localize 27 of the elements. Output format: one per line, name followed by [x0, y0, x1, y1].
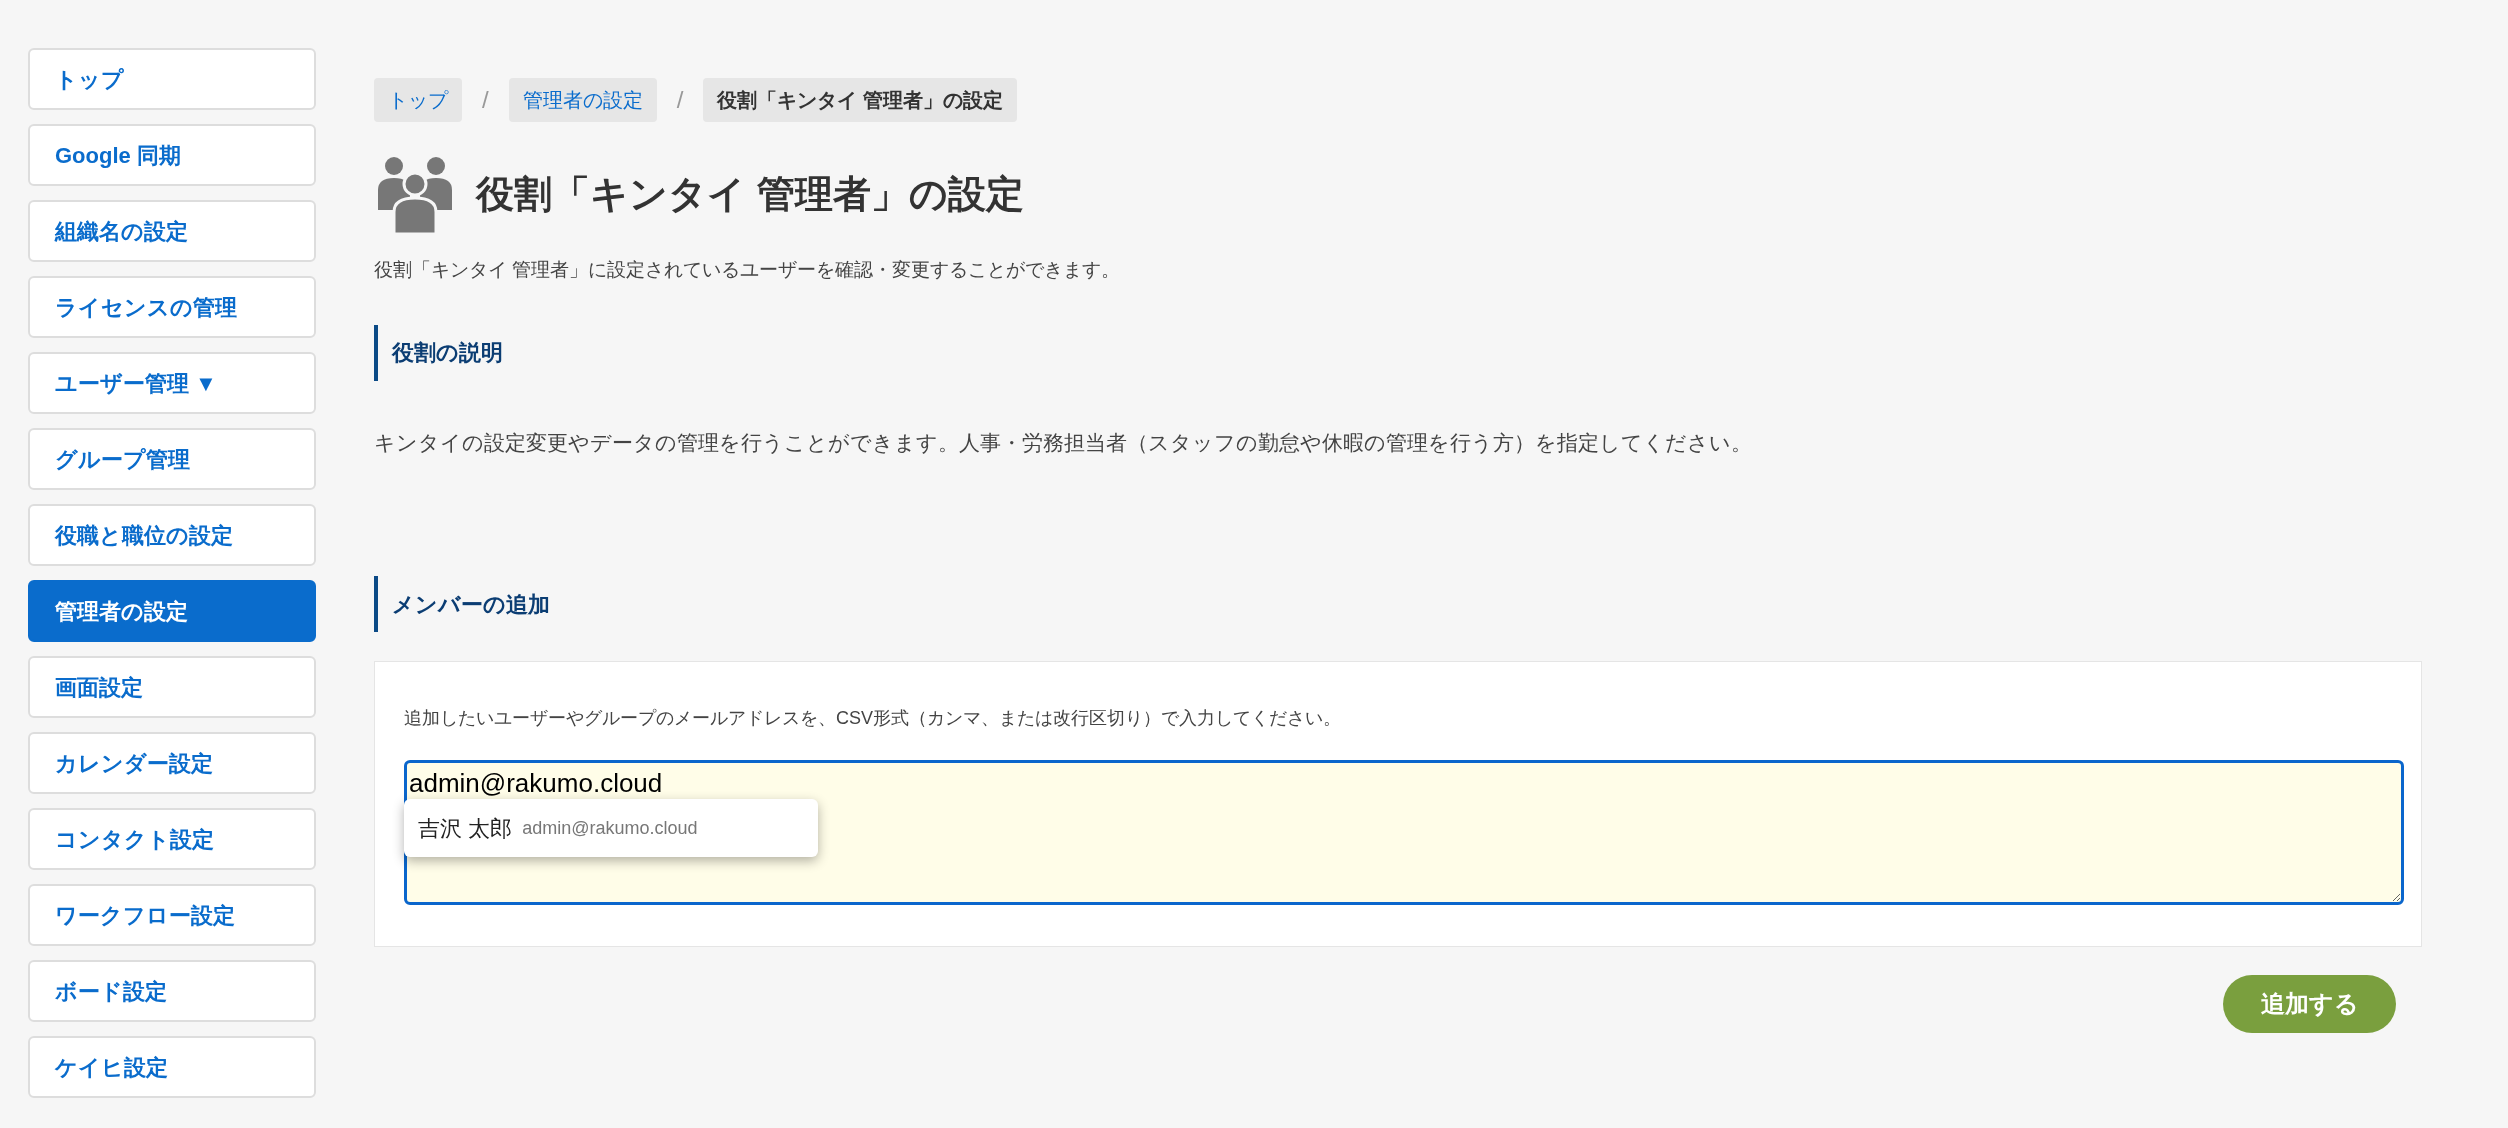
- sidebar-item[interactable]: コンタクト設定: [28, 808, 316, 870]
- page-title: 役割「キンタイ 管理者」の設定: [476, 171, 1024, 217]
- sidebar-item[interactable]: 組織名の設定: [28, 200, 316, 262]
- sidebar-item[interactable]: ワークフロー設定: [28, 884, 316, 946]
- add-button[interactable]: 追加する: [2223, 975, 2396, 1033]
- breadcrumb-separator: /: [481, 85, 490, 115]
- role-description: キンタイの設定変更やデータの管理を行うことができます。人事・労務担当者（スタッフの勤怠や休暇の管理を行う方）を指定してください。: [374, 429, 1753, 456]
- sidebar-item[interactable]: トップ: [28, 48, 316, 110]
- breadcrumb-separator: /: [675, 85, 685, 115]
- page-description: 役割「キンタイ 管理者」に設定されているユーザーを確認・変更することができます。: [374, 258, 1122, 282]
- instruction-text: 追加したいユーザーやグループのメールアドレスを、CSV形式（カンマ、または改行区切り）で入力してください。: [404, 707, 1342, 730]
- sidebar-item[interactable]: 管理者の設定: [28, 580, 316, 642]
- section-heading: 役割の説明: [392, 339, 503, 367]
- sidebar-item[interactable]: ケイヒ設定: [28, 1036, 316, 1098]
- sidebar-item[interactable]: 画面設定: [28, 656, 316, 718]
- sidebar-item[interactable]: ボード設定: [28, 960, 316, 1022]
- sidebar-item[interactable]: カレンダー設定: [28, 732, 316, 794]
- suggestion-item[interactable]: 吉沢 太郎 admin@rakumo.cloud: [404, 799, 818, 857]
- breadcrumb-current: 役割「キンタイ 管理者」の設定: [703, 78, 1017, 122]
- breadcrumb-link[interactable]: トップ: [374, 78, 462, 122]
- sidebar-item[interactable]: 役職と職位の設定: [28, 504, 316, 566]
- section-heading: メンバーの追加: [392, 590, 550, 619]
- sidebar-item[interactable]: Google 同期: [28, 124, 316, 186]
- breadcrumb-link[interactable]: 管理者の設定: [508, 78, 657, 122]
- sidebar-item[interactable]: ライセンスの管理: [28, 276, 316, 338]
- sidebar-item[interactable]: ユーザー管理 ▼: [28, 352, 316, 414]
- sidebar-item[interactable]: グループ管理: [28, 428, 316, 490]
